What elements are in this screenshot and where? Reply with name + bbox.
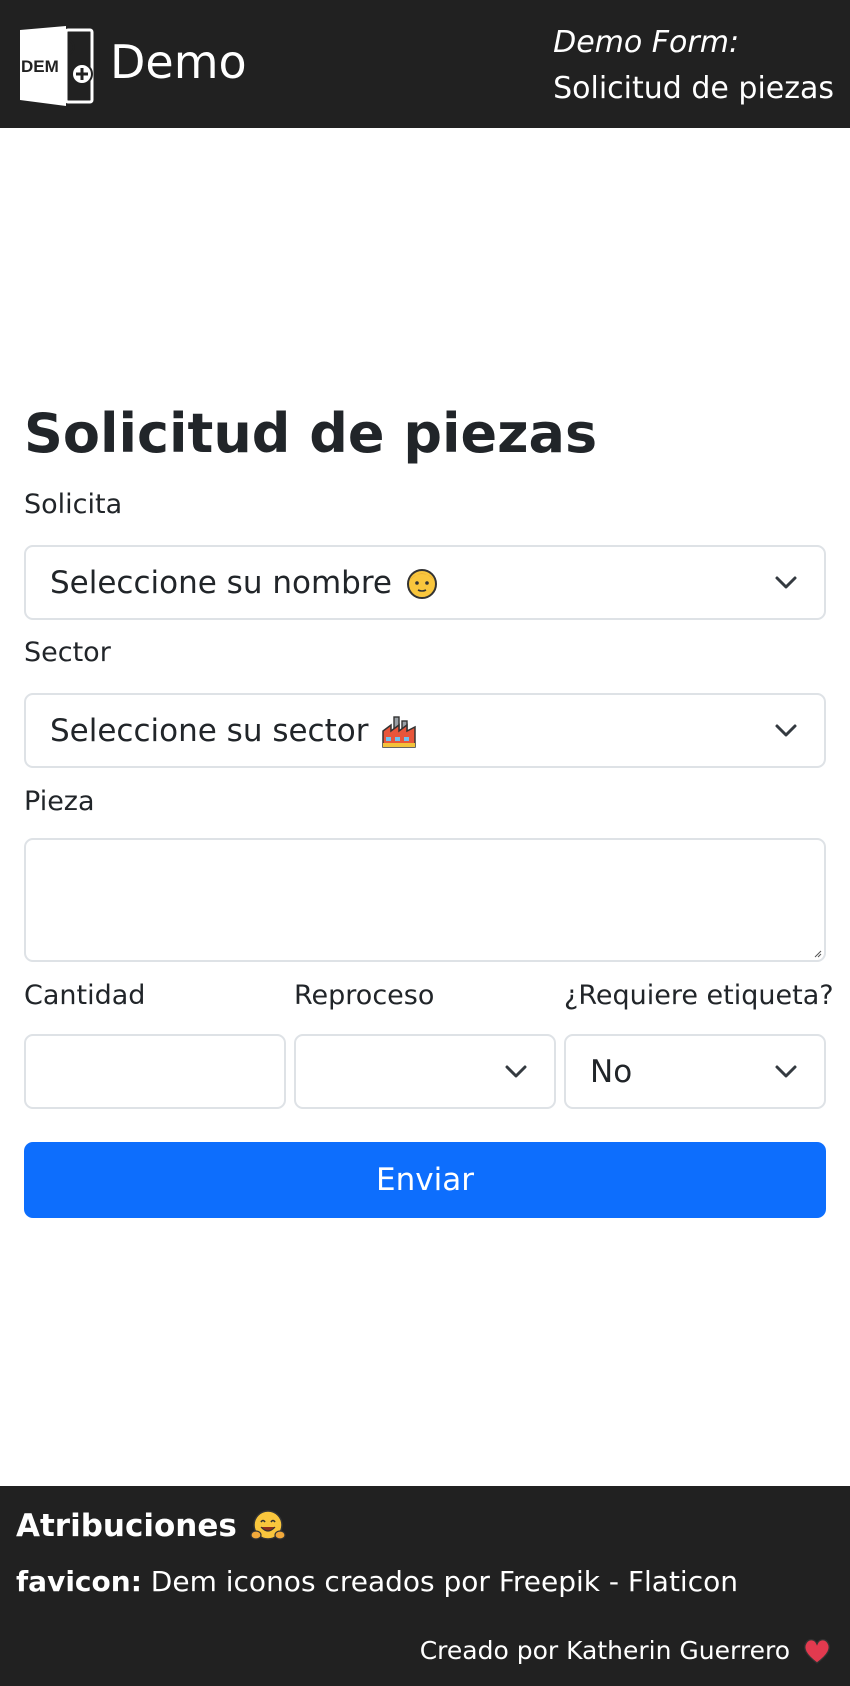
etiqueta-select[interactable]: No xyxy=(564,1034,826,1109)
favicon-attribution: favicon: Dem iconos creados por Freepik … xyxy=(16,1562,738,1602)
attribution-label: favicon: xyxy=(16,1565,142,1598)
reproceso-label: Reproceso xyxy=(294,980,435,1011)
brand-name[interactable]: Demo xyxy=(110,34,247,90)
etiqueta-selected-text: No xyxy=(590,1053,633,1090)
resize-handle-icon[interactable] xyxy=(814,950,822,958)
sector-select-value: Seleccione su sector xyxy=(50,695,418,766)
footer-heading-text: Atribuciones xyxy=(16,1508,237,1544)
nav-form-title: Solicitud de piezas xyxy=(553,71,834,106)
footer: Atribuciones favicon: Dem iconos creados… xyxy=(0,1486,850,1686)
dem-logo-icon[interactable]: DEM xyxy=(16,26,96,106)
page-title: Solicitud de piezas xyxy=(24,402,598,465)
hugging-face-icon xyxy=(249,1508,287,1544)
solicita-select-value: Seleccione su nombre xyxy=(50,547,440,618)
cantidad-input[interactable] xyxy=(24,1034,286,1109)
sector-select[interactable]: Seleccione su sector xyxy=(24,693,826,768)
chevron-down-icon xyxy=(775,1065,797,1077)
sector-selected-text: Seleccione su sector xyxy=(50,712,369,749)
chevron-down-icon xyxy=(775,576,797,588)
sector-label: Sector xyxy=(24,637,111,668)
submit-button[interactable]: Enviar xyxy=(24,1142,826,1218)
solicita-label: Solicita xyxy=(24,489,123,520)
navbar: DEM Demo Demo Form: Solicitud de piezas xyxy=(0,0,850,128)
solicita-selected-text: Seleccione su nombre xyxy=(50,564,392,601)
nav-form-label: Demo Form: xyxy=(553,25,740,60)
factory-icon xyxy=(380,713,418,749)
pieza-label: Pieza xyxy=(24,786,95,817)
person-face-icon xyxy=(404,565,440,601)
cantidad-label: Cantidad xyxy=(24,980,146,1011)
solicita-select[interactable]: Seleccione su nombre xyxy=(24,545,826,620)
svg-text:DEM: DEM xyxy=(21,57,59,76)
chevron-down-icon xyxy=(775,724,797,736)
footer-heading: Atribuciones xyxy=(16,1508,287,1544)
etiqueta-label: ¿Requiere etiqueta? xyxy=(564,980,834,1011)
reproceso-select[interactable] xyxy=(294,1034,556,1109)
nav-form-info: Demo Form: Solicitud de piezas xyxy=(553,20,834,112)
heart-icon xyxy=(802,1637,832,1665)
pieza-textarea[interactable] xyxy=(24,838,826,962)
chevron-down-icon xyxy=(505,1065,527,1077)
footer-credit: Creado por Katherin Guerrero xyxy=(420,1634,832,1668)
credit-text: Creado por Katherin Guerrero xyxy=(419,1636,790,1665)
attribution-link[interactable]: Dem iconos creados por Freepik - Flatico… xyxy=(151,1565,738,1598)
